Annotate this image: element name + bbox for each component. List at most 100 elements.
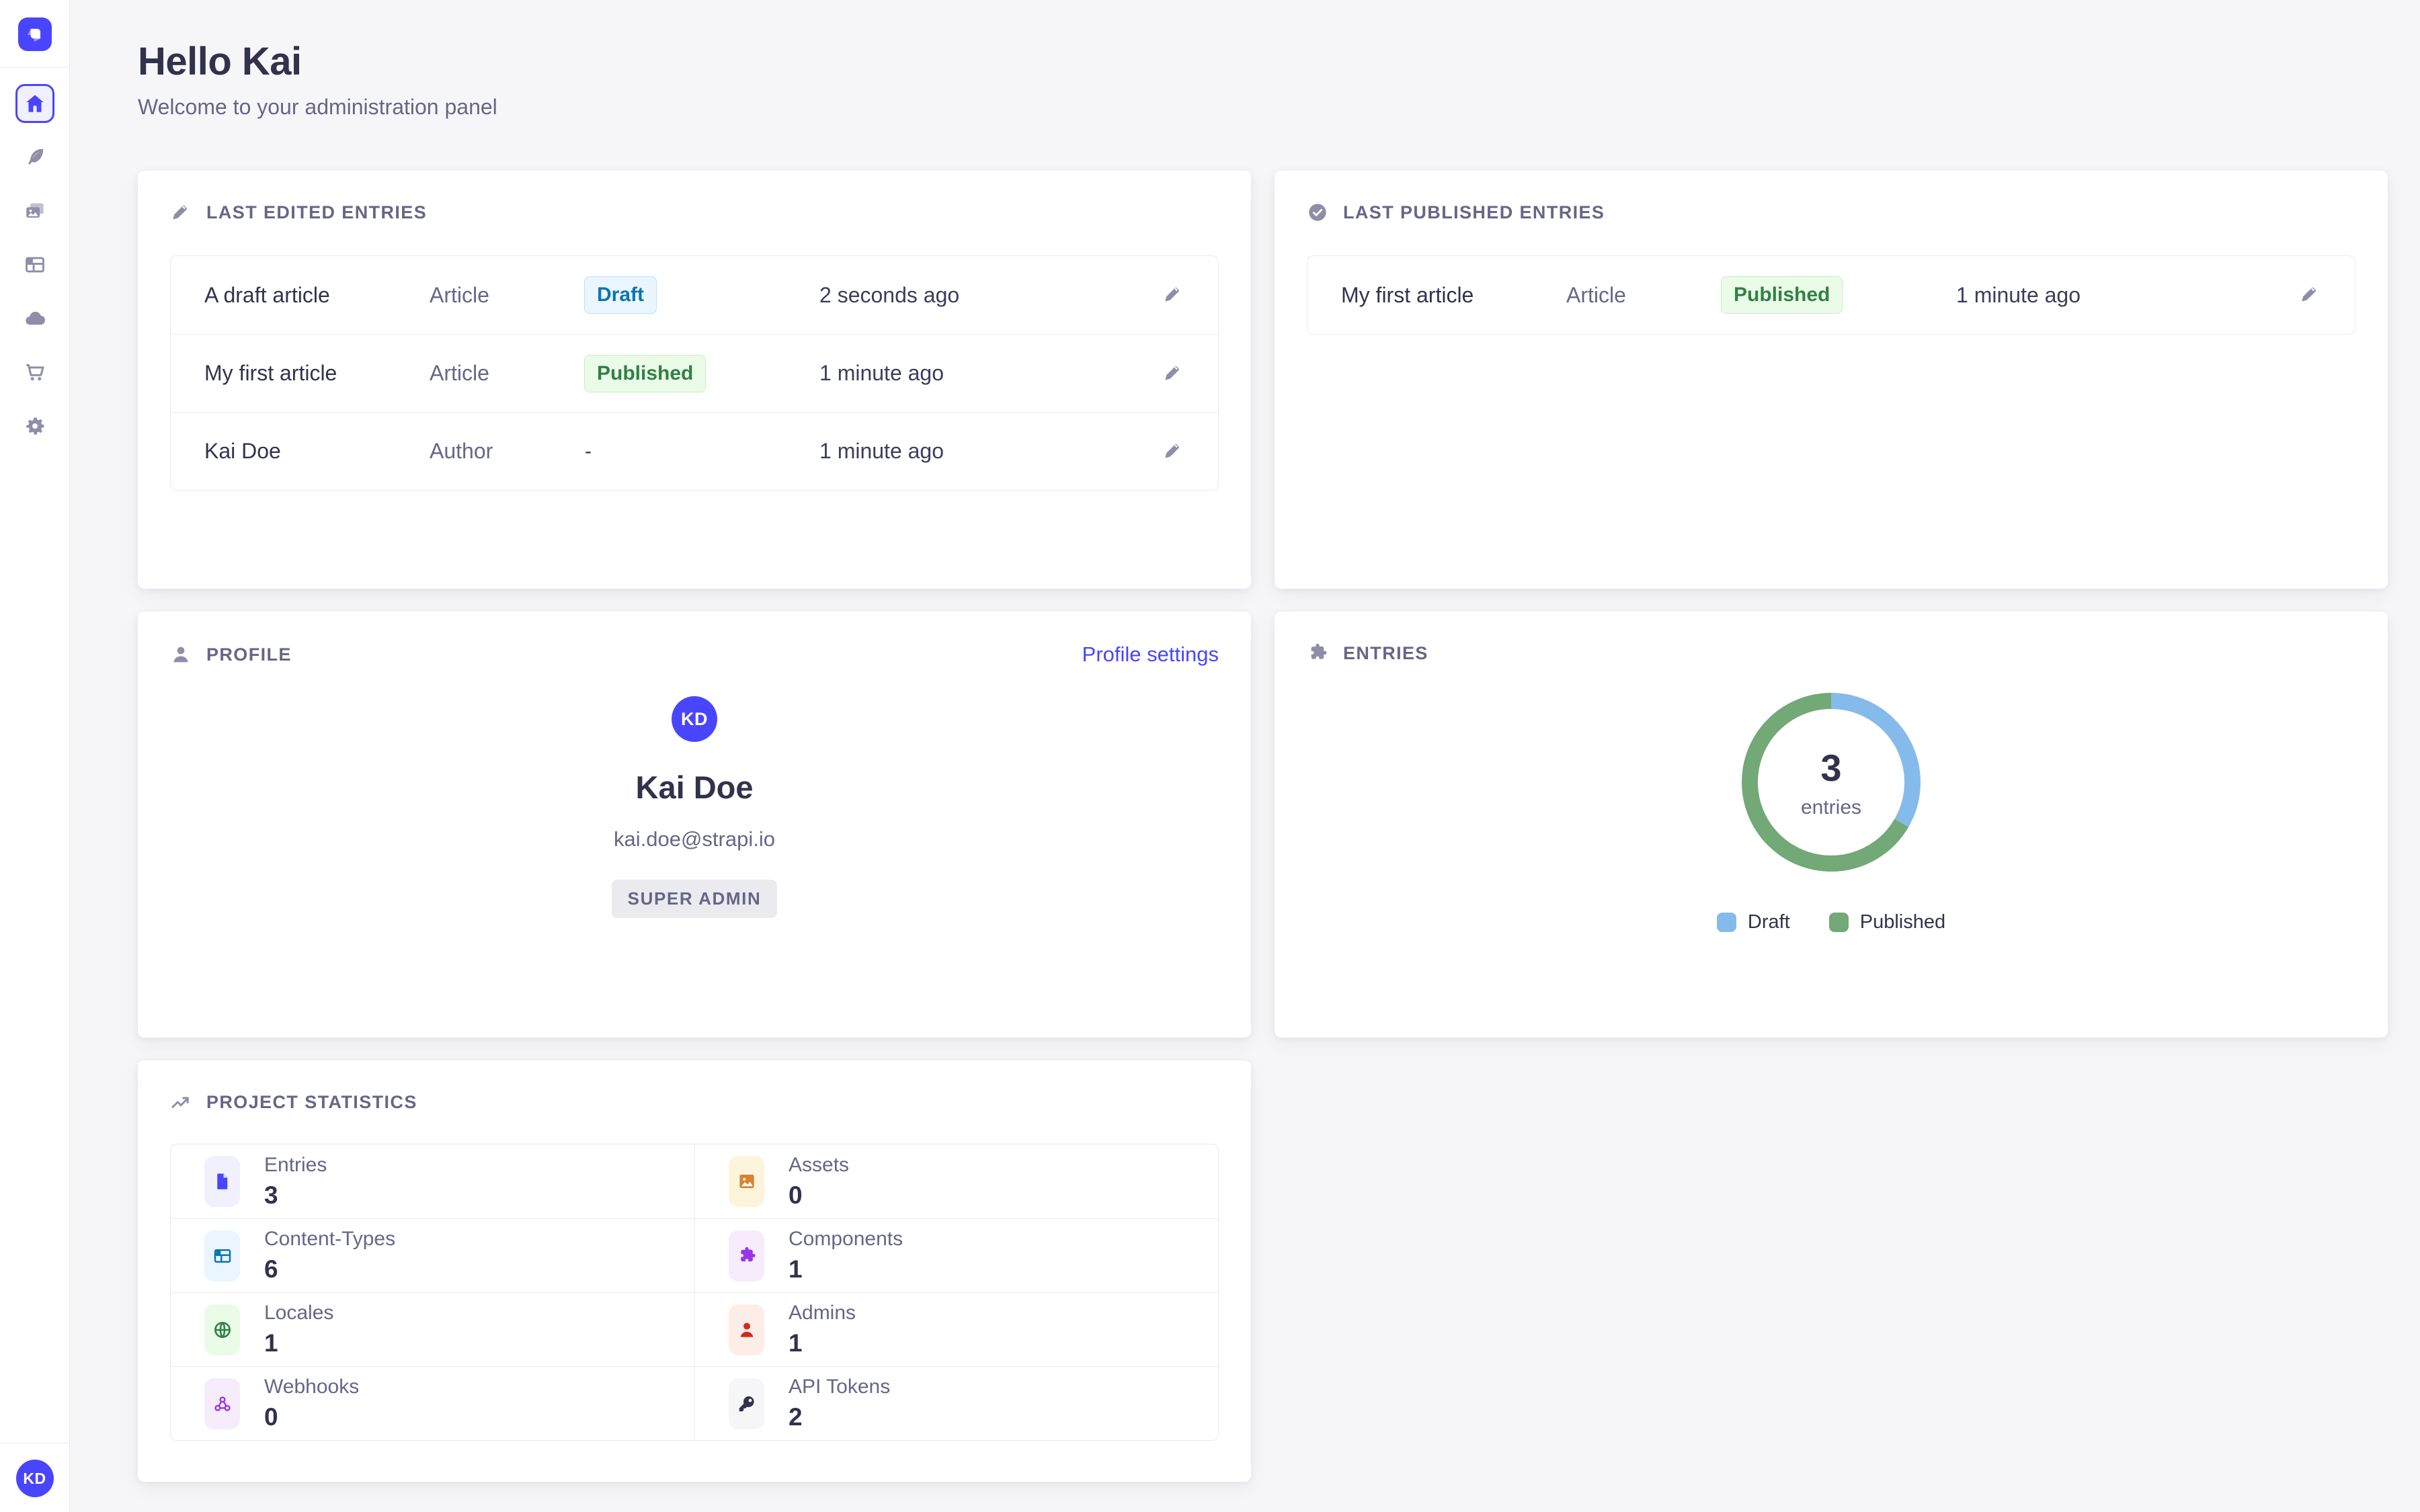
entry-time: 1 minute ago (819, 361, 1155, 386)
stat-assets: Assets 0 (694, 1144, 1218, 1218)
stat-label: Components (789, 1228, 903, 1251)
edit-entry-button[interactable] (2298, 284, 2321, 306)
feather-icon (24, 146, 46, 169)
stat-label: Assets (789, 1154, 849, 1177)
table-row: My first article Article Published 1 min… (171, 334, 1218, 412)
page-title: Hello Kai (138, 39, 2388, 84)
profile-card: PROFILE Profile settings KD Kai Doe kai.… (138, 612, 1251, 1038)
main-content: Hello Kai Welcome to your administration… (70, 0, 2420, 1512)
key-icon (737, 1394, 757, 1414)
sidebar-item-content-manager[interactable] (15, 138, 54, 177)
stat-label: API Tokens (789, 1376, 890, 1398)
entry-type: Article (430, 283, 584, 308)
last-published-entries-card: LAST PUBLISHED ENTRIES My first article … (1275, 171, 2388, 589)
stat-value: 1 (789, 1329, 856, 1357)
stat-webhooks: Webhooks 0 (171, 1366, 694, 1440)
sidebar-nav (15, 84, 54, 460)
pencil-icon (1162, 284, 1184, 305)
entries-donut-chart: 3 entries (1730, 681, 1932, 883)
stat-label: Admins (789, 1302, 856, 1325)
home-icon (24, 92, 46, 115)
layout-icon (212, 1246, 233, 1266)
entry-name: My first article (1341, 283, 1566, 308)
puzzle-icon (737, 1246, 757, 1266)
sidebar-item-content-type-builder[interactable] (15, 245, 54, 284)
stat-admins: Admins 1 (694, 1292, 1218, 1366)
media-library-icon (24, 200, 46, 222)
sidebar-item-home[interactable] (15, 84, 54, 123)
legend-swatch-published (1829, 913, 1849, 932)
entry-type: Article (1566, 283, 1721, 308)
stat-value: 1 (789, 1255, 903, 1284)
section-title: ENTRIES (1343, 643, 1428, 664)
strapi-logo-glyph (24, 23, 46, 46)
legend-label: Published (1860, 911, 1945, 933)
edit-entry-button[interactable] (1162, 440, 1184, 463)
legend-label: Draft (1748, 911, 1790, 933)
status-badge: Draft (584, 276, 657, 314)
cart-icon (24, 361, 46, 384)
stat-value: 6 (264, 1255, 395, 1284)
legend-swatch-draft (1717, 913, 1736, 932)
pencil-icon (170, 202, 192, 223)
last-published-table: My first article Article Published 1 min… (1307, 255, 2355, 335)
last-edited-table: A draft article Article Draft 2 seconds … (170, 255, 1219, 491)
table-row: My first article Article Published 1 min… (1307, 256, 2355, 334)
section-title: LAST EDITED ENTRIES (206, 202, 427, 223)
entry-name: A draft article (204, 283, 430, 308)
layout-icon (24, 253, 46, 276)
picture-icon (737, 1171, 757, 1191)
stat-label: Locales (264, 1302, 333, 1325)
sidebar-item-media-library[interactable] (15, 192, 54, 230)
entry-type: Author (430, 439, 584, 464)
pencil-icon (1162, 440, 1184, 462)
status-badge: Published (1721, 276, 1843, 314)
sidebar-item-deploy[interactable] (15, 299, 54, 338)
globe-icon (212, 1320, 233, 1340)
project-statistics-card: PROJECT STATISTICS Entries 3 (138, 1060, 1251, 1482)
section-title: PROJECT STATISTICS (206, 1092, 417, 1113)
table-row: Kai Doe Author - 1 minute ago (171, 412, 1218, 490)
legend-item: Draft (1717, 911, 1790, 933)
trending-up-icon (170, 1091, 192, 1113)
entry-time: 1 minute ago (819, 439, 1155, 464)
cloud-icon (24, 307, 46, 330)
stats-grid: Entries 3 Assets 0 (170, 1144, 1219, 1441)
stat-components: Components 1 (694, 1218, 1218, 1292)
sidebar-bottom: KD (0, 1443, 69, 1512)
legend-item: Published (1829, 911, 1945, 933)
document-icon (212, 1171, 233, 1191)
gear-icon (24, 415, 46, 437)
page-subtitle: Welcome to your administration panel (138, 95, 2388, 120)
check-circle-icon (1307, 202, 1328, 223)
stat-api-tokens: API Tokens 2 (694, 1366, 1218, 1440)
webhook-icon (212, 1394, 233, 1414)
puzzle-icon (1307, 642, 1328, 664)
sidebar: KD (0, 0, 70, 1512)
role-badge: SUPER ADMIN (612, 880, 778, 918)
stat-label: Webhooks (264, 1376, 359, 1398)
strapi-logo-icon[interactable] (18, 17, 52, 51)
table-row: A draft article Article Draft 2 seconds … (171, 256, 1218, 334)
avatar: KD (672, 696, 717, 742)
sidebar-item-marketplace[interactable] (15, 353, 54, 392)
sidebar-item-settings[interactable] (15, 407, 54, 446)
pencil-icon (1162, 362, 1184, 384)
donut-total-label: entries (1801, 796, 1861, 819)
stat-locales: Locales 1 (171, 1292, 694, 1366)
user-avatar[interactable]: KD (16, 1460, 54, 1497)
admin-user-icon (737, 1320, 757, 1340)
entry-type: Article (430, 361, 584, 386)
stat-entries: Entries 3 (171, 1144, 694, 1218)
last-edited-entries-card: LAST EDITED ENTRIES A draft article Arti… (138, 171, 1251, 589)
stat-value: 0 (789, 1181, 849, 1210)
stat-value: 1 (264, 1329, 333, 1357)
profile-name: Kai Doe (636, 769, 754, 806)
edit-entry-button[interactable] (1162, 284, 1184, 306)
profile-settings-link[interactable]: Profile settings (1082, 642, 1219, 667)
profile-email: kai.doe@strapi.io (614, 827, 775, 851)
entry-time: 2 seconds ago (819, 283, 1155, 308)
edit-entry-button[interactable] (1162, 362, 1184, 385)
stat-value: 3 (264, 1181, 327, 1210)
donut-total: 3 (1820, 746, 1841, 790)
